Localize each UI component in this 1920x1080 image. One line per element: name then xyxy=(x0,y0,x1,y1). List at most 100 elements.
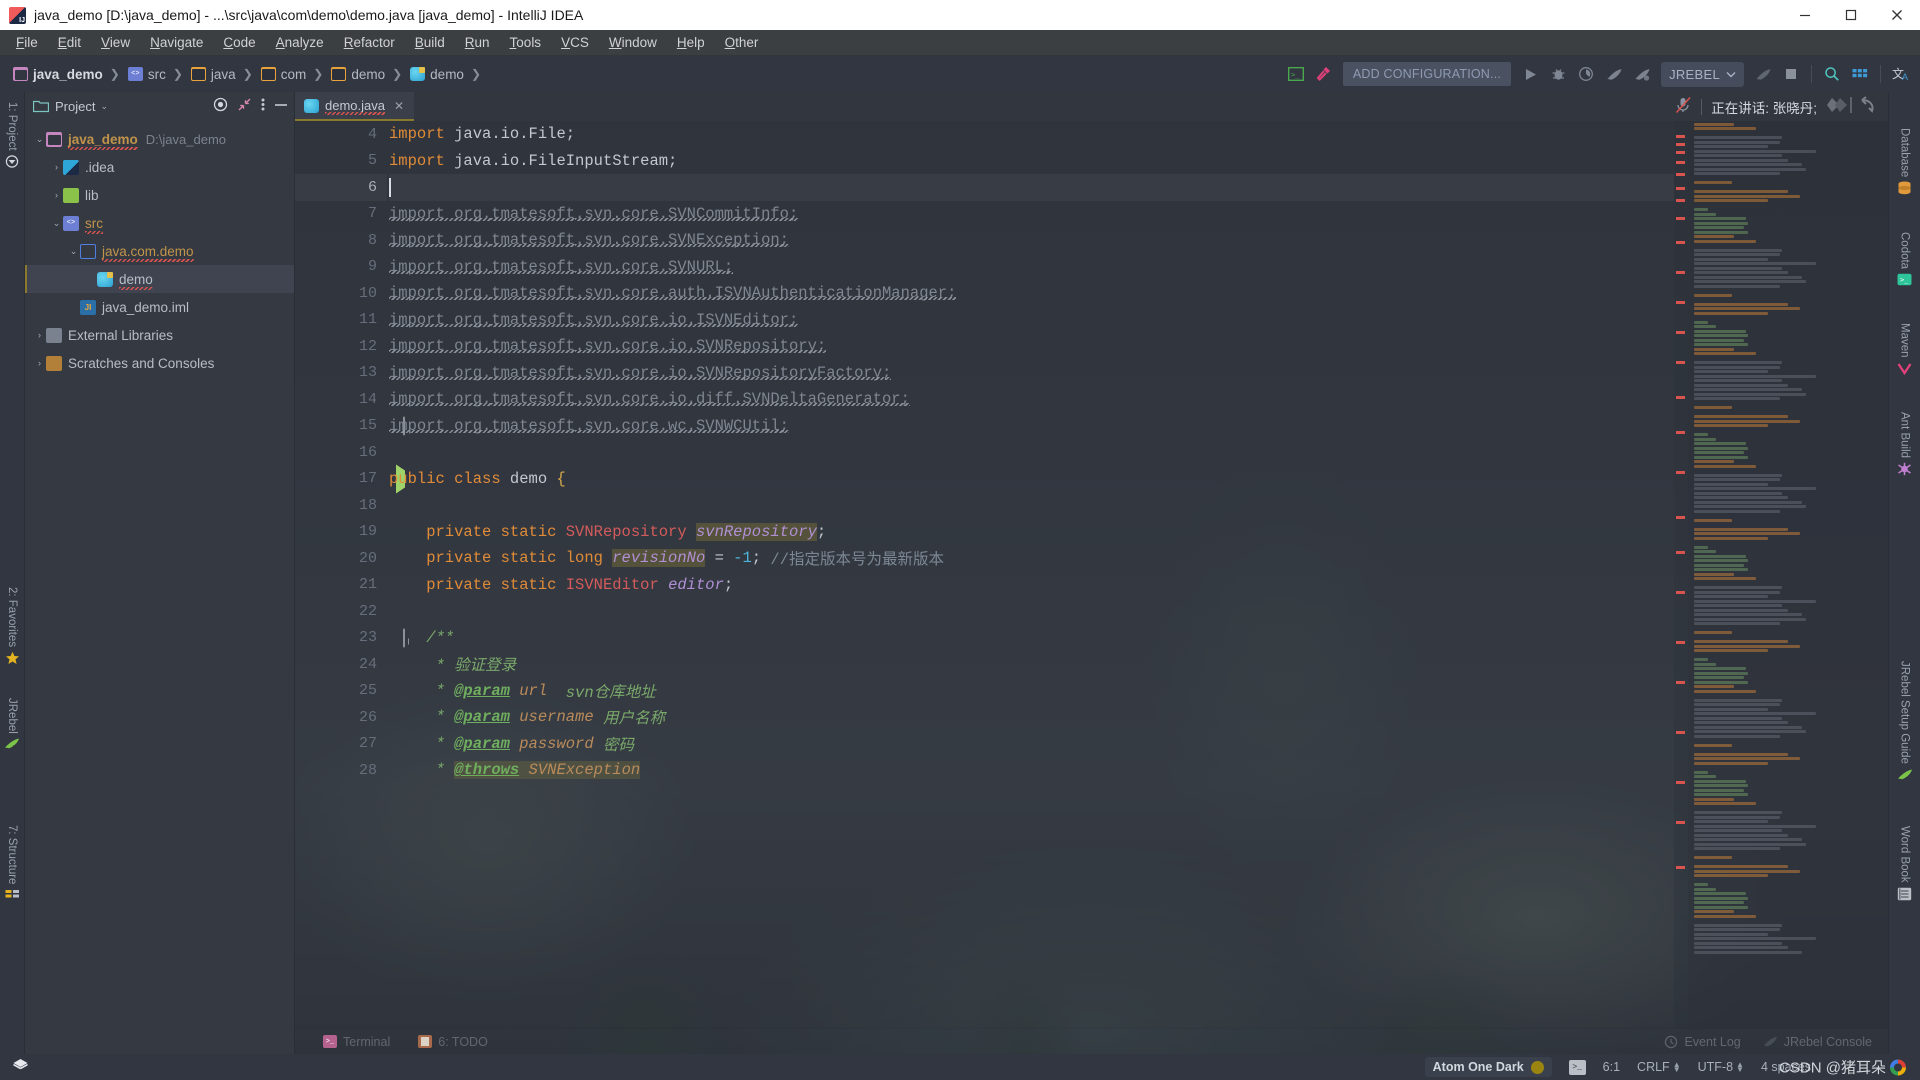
code-line[interactable]: private static SVNRepository svnReposito… xyxy=(389,519,1674,546)
error-stripe-mark[interactable] xyxy=(1676,731,1685,734)
menu-item-edit[interactable]: Edit xyxy=(48,32,91,53)
code-line[interactable]: import org. tmatesoft .svn.core.SVNCommitI… xyxy=(389,201,1674,228)
error-stripe-mark[interactable] xyxy=(1676,641,1685,644)
code-line[interactable] xyxy=(389,598,1674,625)
menu-item-code[interactable]: Code xyxy=(213,32,265,53)
code-line[interactable]: import org. tmatesoft .svn.core.wc.SVNWCUt… xyxy=(389,413,1674,440)
menu-item-view[interactable]: View xyxy=(91,32,140,53)
line-number[interactable]: 26 xyxy=(295,704,387,731)
code-line[interactable]: import java.io.File; xyxy=(389,121,1674,148)
rail-item-7-structure[interactable]: 7: Structure xyxy=(5,819,20,910)
collapse-all-icon[interactable] xyxy=(237,97,252,115)
code-line[interactable]: import org. tmatesoft .svn.core.io.diff.SV… xyxy=(389,386,1674,413)
stop-icon[interactable] xyxy=(1778,61,1804,87)
code-line[interactable] xyxy=(389,174,1674,201)
error-stripe-mark[interactable] xyxy=(1676,681,1685,684)
breadcrumb-item-java[interactable]: java xyxy=(188,65,238,84)
tree-node-src[interactable]: ⌄ src xyxy=(25,209,294,237)
encoding-selector[interactable]: UTF-8 ▲ ▼ xyxy=(1698,1060,1744,1074)
more-options-icon[interactable] xyxy=(261,97,265,115)
error-stripe-mark[interactable] xyxy=(1676,173,1685,176)
terminal-status-icon[interactable] xyxy=(1568,1059,1586,1075)
maximize-button[interactable] xyxy=(1828,0,1874,30)
expand-arrow-icon[interactable]: ⌄ xyxy=(50,218,63,229)
code-line[interactable]: import org. tmatesoft .svn.core.auth.ISVNA… xyxy=(389,280,1674,307)
run-icon[interactable] xyxy=(1517,61,1543,87)
mic-muted-icon[interactable] xyxy=(1675,96,1692,117)
close-icon[interactable]: ✕ xyxy=(394,99,404,113)
code-line[interactable] xyxy=(389,439,1674,466)
line-number[interactable]: 25 xyxy=(295,678,387,705)
error-stripe-mark[interactable] xyxy=(1676,301,1685,304)
error-stripe-mark[interactable] xyxy=(1676,217,1685,220)
code-minimap[interactable] xyxy=(1688,121,1888,1028)
line-number[interactable]: 19 xyxy=(295,519,387,546)
error-stripe-mark[interactable] xyxy=(1676,591,1685,594)
line-number[interactable]: 20 xyxy=(295,545,387,572)
minimize-button[interactable] xyxy=(1782,0,1828,30)
run-with-coverage-icon[interactable] xyxy=(1573,61,1599,87)
line-number[interactable]: 21 xyxy=(295,572,387,599)
error-stripe-mark[interactable] xyxy=(1676,396,1685,399)
error-stripe-mark[interactable] xyxy=(1676,866,1685,869)
line-number[interactable]: 18 xyxy=(295,492,387,519)
code-line[interactable]: * 验证登录 xyxy=(389,651,1674,678)
code-line[interactable]: * @param username 用户名称 xyxy=(389,704,1674,731)
error-stripe-mark[interactable] xyxy=(1676,241,1685,244)
expand-arrow-icon[interactable]: › xyxy=(33,330,46,340)
code-line[interactable]: import org. tmatesoft .svn.core.io.SVNRepo… xyxy=(389,360,1674,387)
add-configuration-button[interactable]: ADD CONFIGURATION... xyxy=(1342,62,1512,86)
menu-item-refactor[interactable]: Refactor xyxy=(334,32,405,53)
code-line[interactable]: * @param url svn仓库地址 xyxy=(389,678,1674,705)
error-stripe-mark[interactable] xyxy=(1676,821,1685,824)
code-line[interactable]: import org. tmatesoft .svn.core.io.SVNRepo… xyxy=(389,333,1674,360)
translate-icon[interactable]: 文A xyxy=(1888,61,1914,87)
caret-position[interactable]: 6:1 xyxy=(1603,1060,1620,1074)
expand-arrow-icon[interactable]: ⌄ xyxy=(67,246,80,257)
expand-arrow-icon[interactable]: › xyxy=(33,358,46,368)
code-line[interactable]: import org. tmatesoft .svn.core.SVNURL; xyxy=(389,254,1674,281)
build-hammer-icon[interactable] xyxy=(1311,61,1337,87)
menu-item-tools[interactable]: Tools xyxy=(500,32,552,53)
tree-node-Scratches-and-Consoles[interactable]: › Scratches and Consoles xyxy=(25,349,294,377)
rail-item-ant-build[interactable]: Ant Build xyxy=(1897,406,1912,485)
code-line[interactable] xyxy=(389,492,1674,519)
rail-item-maven[interactable]: Maven xyxy=(1897,317,1912,384)
menu-item-vcs[interactable]: VCS xyxy=(551,32,599,53)
code-line[interactable]: import org. tmatesoft .svn.core.io.ISVNEdi… xyxy=(389,307,1674,334)
code-line[interactable]: public class demo { xyxy=(389,466,1674,493)
bottom-item-event-log[interactable]: Event Log xyxy=(1664,1035,1741,1049)
rail-item-word-book[interactable]: Word Book xyxy=(1897,820,1912,910)
error-stripe-mark[interactable] xyxy=(1676,516,1685,519)
line-number[interactable]: 27 xyxy=(295,731,387,758)
line-number[interactable]: 5 xyxy=(295,148,387,175)
error-stripe-mark[interactable] xyxy=(1676,551,1685,554)
line-number[interactable]: 23 xyxy=(295,625,405,652)
code-line[interactable]: * @param password 密码 xyxy=(389,731,1674,758)
line-number[interactable]: 28 xyxy=(295,757,387,784)
tree-node-demo[interactable]: demo xyxy=(25,265,294,293)
hide-panel-icon[interactable] xyxy=(274,98,288,115)
jrebel-dropdown[interactable]: JREBEL xyxy=(1661,61,1744,87)
menu-item-analyze[interactable]: Analyze xyxy=(266,32,334,53)
error-stripe-mark[interactable] xyxy=(1676,471,1685,474)
code-content[interactable]: import java.io.File; import java.io.FileI… xyxy=(387,121,1674,1028)
line-number[interactable]: 12 xyxy=(295,333,387,360)
tree-node-java_demo.iml[interactable]: java_demo.iml xyxy=(25,293,294,321)
code-line[interactable]: private static ISVNEditor editor; xyxy=(389,572,1674,599)
jrebel-run-icon[interactable] xyxy=(1601,61,1627,87)
error-stripe-mark[interactable] xyxy=(1676,271,1685,274)
line-number[interactable]: 8 xyxy=(295,227,387,254)
line-number[interactable]: 13 xyxy=(295,360,387,387)
line-number[interactable]: 16 xyxy=(295,439,387,466)
error-stripe-mark[interactable] xyxy=(1676,361,1685,364)
search-everywhere-icon[interactable] xyxy=(1819,61,1845,87)
code-line[interactable]: private static long revisionNo = -1; //指… xyxy=(389,545,1674,572)
error-stripe[interactable] xyxy=(1674,121,1688,1028)
rail-item-jrebel[interactable]: JRebel JR xyxy=(4,692,20,760)
code-line[interactable]: import org. tmatesoft .svn.core.SVNExcepti… xyxy=(389,227,1674,254)
code-line[interactable]: import java.io.FileInputStream; xyxy=(389,148,1674,175)
line-number[interactable]: 7 xyxy=(295,201,387,228)
error-stripe-mark[interactable] xyxy=(1676,135,1685,138)
terminal-toolbar-icon[interactable]: >_ xyxy=(1283,61,1309,87)
